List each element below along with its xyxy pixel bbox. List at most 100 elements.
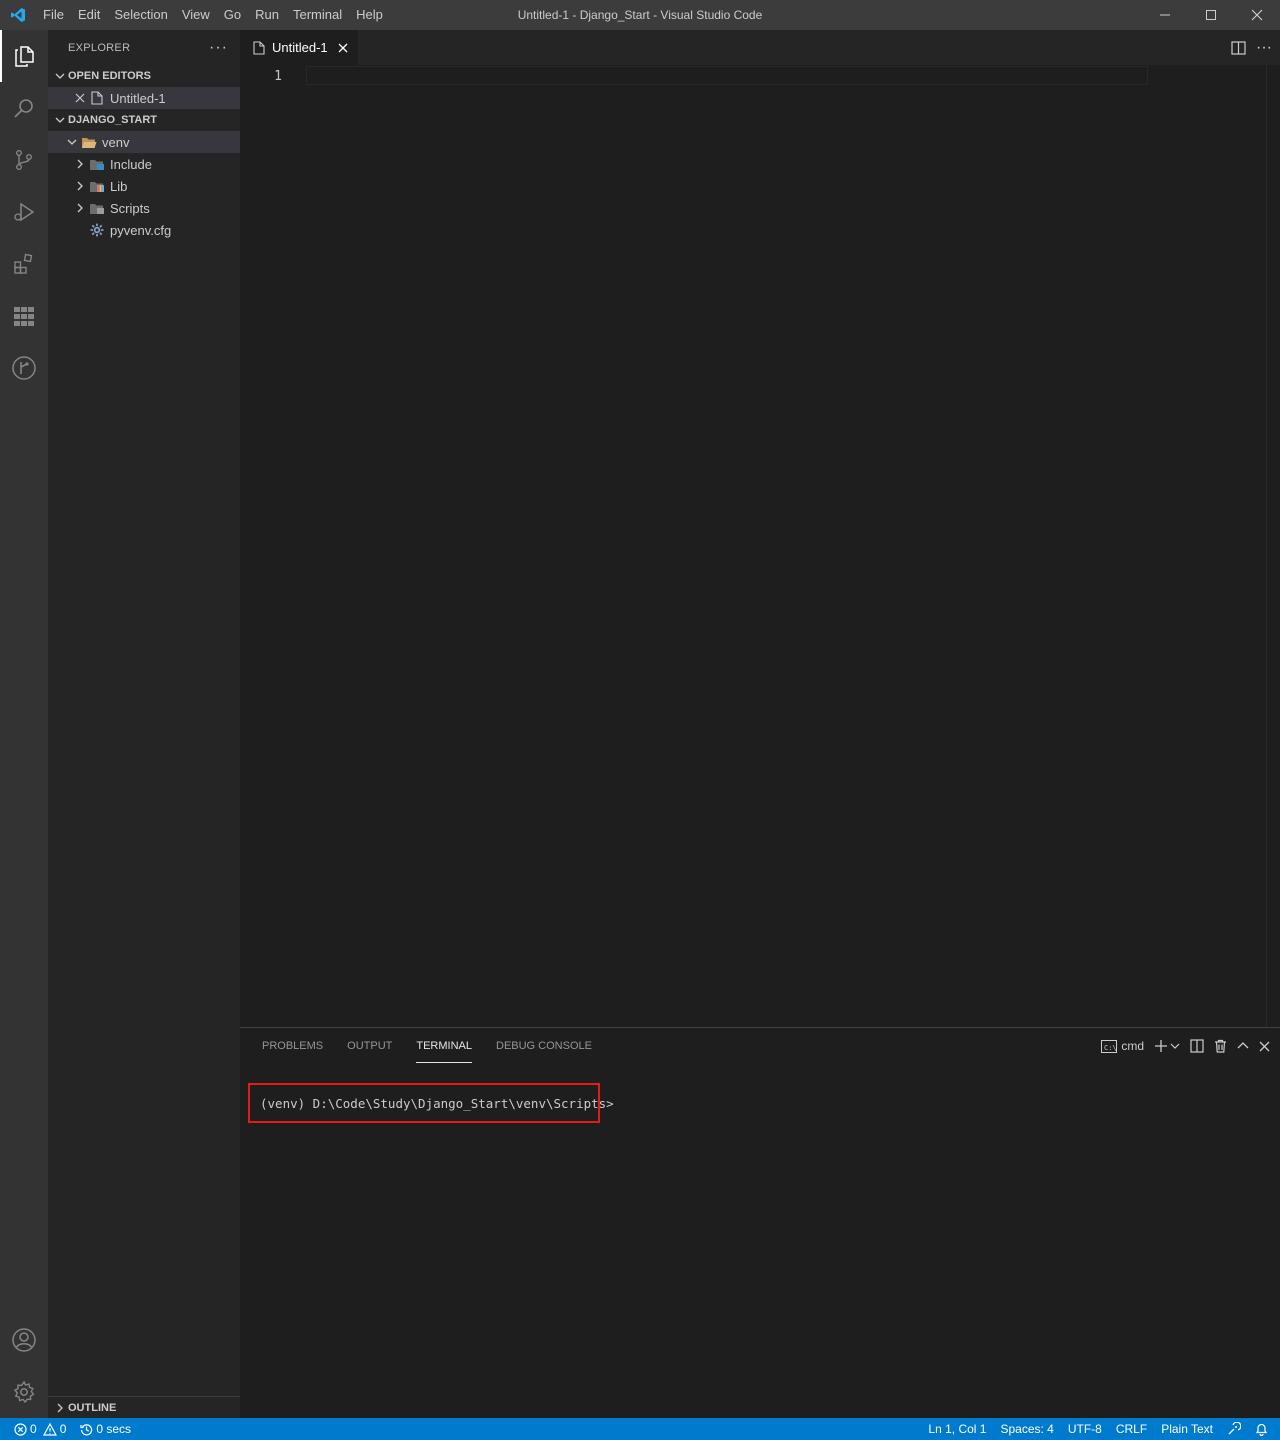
activity-accounts[interactable]	[0, 1314, 48, 1366]
language-mode[interactable]: Plain Text	[1161, 1422, 1213, 1436]
terminal-name: cmd	[1121, 1039, 1144, 1053]
django-start-section[interactable]: DJANGO_START	[48, 109, 240, 131]
indentation[interactable]: Spaces: 4	[1000, 1422, 1053, 1436]
bottom-panel: PROBLEMS OUTPUT TERMINAL DEBUG CONSOLE C…	[240, 1027, 1280, 1418]
extensions-icon	[14, 253, 33, 274]
menu-edit[interactable]: Edit	[71, 0, 107, 30]
activity-manage[interactable]	[0, 1366, 48, 1418]
menu-view[interactable]: View	[175, 0, 217, 30]
more-actions-icon[interactable]: ···	[1256, 39, 1272, 57]
timer-status[interactable]: 0 secs	[80, 1422, 131, 1436]
files-icon	[15, 46, 34, 67]
explorer-title: EXPLORER	[68, 41, 131, 54]
terminal-icon: C:\	[1101, 1039, 1118, 1053]
explorer-sidebar: EXPLORER ··· OPEN EDITORS Untitled-1 DJA…	[48, 30, 240, 1418]
open-editors-label: OPEN EDITORS	[68, 70, 151, 82]
error-icon	[14, 1422, 27, 1436]
menu-bar: File Edit Selection View Go Run Terminal…	[36, 0, 390, 30]
plus-icon	[1155, 1040, 1167, 1052]
menu-run[interactable]: Run	[248, 0, 286, 30]
warning-count: 0	[59, 1422, 67, 1436]
chevron-down-icon	[64, 137, 80, 147]
editor-area[interactable]: 1	[240, 65, 1280, 1027]
feedback-icon[interactable]	[1227, 1422, 1241, 1436]
trash-icon[interactable]	[1214, 1039, 1227, 1053]
chevron-up-icon[interactable]	[1237, 1040, 1249, 1052]
activity-remote-explorer[interactable]	[0, 290, 48, 342]
menu-terminal[interactable]: Terminal	[286, 0, 349, 30]
menu-go[interactable]: Go	[217, 0, 248, 30]
close-icon	[1251, 9, 1263, 21]
maximize-icon	[1206, 10, 1216, 20]
activity-source-control[interactable]	[0, 134, 48, 186]
tab-label: Untitled-1	[272, 40, 328, 55]
more-actions-icon[interactable]: ···	[209, 39, 228, 57]
menu-selection[interactable]: Selection	[107, 0, 174, 30]
terminal-prompt[interactable]: (venv) D:\Code\Study\Django_Start\venv\S…	[260, 1096, 614, 1111]
tab-close-icon[interactable]	[338, 43, 348, 53]
chevron-down-icon	[1170, 1043, 1180, 1049]
close-icon[interactable]	[72, 93, 88, 103]
activity-explorer[interactable]	[0, 30, 48, 82]
tree-item-pyvenv[interactable]: pyvenv.cfg	[48, 219, 240, 241]
tab-output[interactable]: OUTPUT	[335, 1028, 404, 1064]
file-icon	[250, 40, 268, 56]
line-number: 1	[274, 69, 282, 84]
close-panel-icon[interactable]	[1259, 1041, 1270, 1052]
gear-icon	[88, 222, 106, 238]
search-icon	[14, 99, 33, 118]
folder-scripts-icon	[88, 200, 106, 216]
minimize-icon	[1160, 14, 1170, 16]
git-graph-icon	[12, 356, 36, 380]
editor-scrollbar[interactable]	[1266, 65, 1280, 1027]
explorer-header: EXPLORER ···	[48, 30, 240, 65]
close-window-button[interactable]	[1234, 0, 1280, 30]
tree-item-label: Include	[110, 156, 152, 172]
cursor-position[interactable]: Ln 1, Col 1	[928, 1422, 986, 1436]
tab-debug-console[interactable]: DEBUG CONSOLE	[484, 1028, 604, 1064]
current-line-highlight	[306, 66, 1148, 85]
warning-icon	[42, 1422, 57, 1436]
source-control-icon	[15, 150, 32, 171]
line-ending[interactable]: CRLF	[1116, 1422, 1147, 1436]
minimize-button[interactable]	[1142, 0, 1188, 30]
editor-tab-bar: Untitled-1 ···	[240, 30, 1280, 65]
tree-item-label: Lib	[110, 178, 128, 194]
split-editor-icon[interactable]	[1231, 40, 1246, 55]
tree-item-include[interactable]: Include	[48, 153, 240, 175]
panel-actions: C:\ cmd	[1101, 1028, 1270, 1064]
menu-file[interactable]: File	[36, 0, 71, 30]
maximize-button[interactable]	[1188, 0, 1234, 30]
chevron-right-icon	[72, 159, 88, 169]
activity-search[interactable]	[0, 82, 48, 134]
chevron-right-icon	[72, 203, 88, 213]
chevron-down-icon	[52, 115, 68, 125]
tree-item-scripts[interactable]: Scripts	[48, 197, 240, 219]
new-terminal-button[interactable]	[1154, 1039, 1180, 1053]
open-editor-label: Untitled-1	[110, 90, 166, 106]
terminal-selector[interactable]: C:\ cmd	[1101, 1039, 1144, 1053]
tab-problems[interactable]: PROBLEMS	[250, 1028, 335, 1064]
open-editor-item[interactable]: Untitled-1	[48, 87, 240, 109]
open-editors-section[interactable]: OPEN EDITORS	[48, 65, 240, 87]
encoding[interactable]: UTF-8	[1068, 1422, 1102, 1436]
activity-bar	[0, 30, 48, 1418]
tab-terminal[interactable]: TERMINAL	[404, 1028, 484, 1064]
tree-item-venv[interactable]: venv	[48, 131, 240, 153]
activity-extensions[interactable]	[0, 238, 48, 290]
split-terminal-icon[interactable]	[1190, 1039, 1204, 1053]
history-icon	[80, 1423, 93, 1435]
outline-section[interactable]: OUTLINE	[48, 1396, 240, 1418]
vscode-logo-icon	[0, 0, 36, 30]
tab-untitled-1[interactable]: Untitled-1	[240, 30, 358, 65]
tree-item-lib[interactable]: Lib	[48, 175, 240, 197]
status-bar: 0 0 0 secs Ln 1, Col 1 Spaces: 4 UTF-8 C…	[0, 1418, 1280, 1440]
activity-run-debug[interactable]	[0, 186, 48, 238]
menu-help[interactable]: Help	[349, 0, 390, 30]
activity-git-graph[interactable]	[0, 342, 48, 394]
chevron-right-icon	[52, 1403, 68, 1413]
bell-icon[interactable]	[1255, 1422, 1268, 1436]
problems-status[interactable]: 0 0	[14, 1422, 66, 1436]
grid-icon	[14, 307, 34, 326]
chevron-right-icon	[72, 181, 88, 191]
